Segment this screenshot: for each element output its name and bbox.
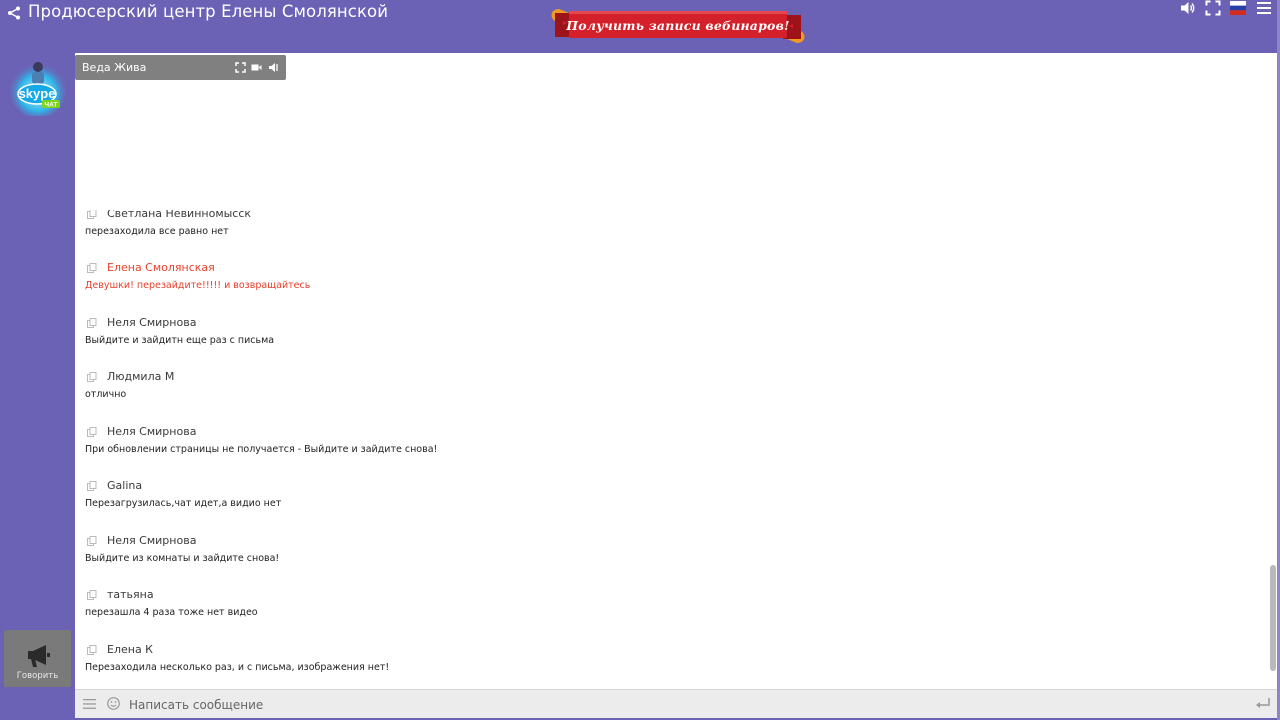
message-author[interactable]: татьяна bbox=[107, 588, 154, 601]
top-bar: Продюсерский центр Елены Смолянской Полу… bbox=[0, 0, 1280, 53]
skype-logo-subtext: ЧАТ bbox=[45, 102, 58, 109]
message-text: Выйдите из комнаты и зайдите снова! bbox=[85, 553, 280, 564]
scrollbar-thumb[interactable] bbox=[1270, 565, 1276, 671]
message-author[interactable]: Galina bbox=[107, 479, 142, 492]
site-title: Продюсерский центр Елены Смолянской bbox=[28, 2, 389, 21]
message-author[interactable]: Елена Смолянская bbox=[107, 261, 215, 274]
russian-flag-icon[interactable] bbox=[1230, 0, 1246, 16]
message-author[interactable]: Людмила М bbox=[107, 370, 174, 383]
video-stream-name: Веда Жива bbox=[82, 61, 147, 74]
message-author[interactable]: Светлана Невинномысск bbox=[107, 210, 251, 220]
message-text: перезашла 4 раза тоже нет видео bbox=[85, 607, 258, 618]
webinar-records-banner[interactable]: Получить записи вебинаров! bbox=[549, 5, 807, 47]
video-stream-bar[interactable]: Веда Жива bbox=[75, 55, 286, 80]
message-text: перезаходила все равно нет bbox=[85, 226, 229, 237]
copy-icon[interactable] bbox=[87, 481, 97, 491]
chat-scrollbar[interactable] bbox=[1268, 53, 1277, 688]
copy-icon[interactable] bbox=[87, 536, 97, 546]
copy-icon[interactable] bbox=[87, 263, 97, 273]
share-icon[interactable] bbox=[7, 6, 21, 20]
copy-icon[interactable] bbox=[87, 318, 97, 328]
smile-icon[interactable] bbox=[107, 697, 120, 710]
chat-message-list: Светлана Невинномысск перезаходила все р… bbox=[75, 210, 1265, 688]
fullscreen-icon[interactable] bbox=[1205, 0, 1221, 16]
sound-icon[interactable] bbox=[268, 62, 279, 73]
volume-icon[interactable] bbox=[1180, 0, 1196, 16]
list-menu-icon[interactable] bbox=[83, 698, 96, 710]
message-text: При обновлении страницы не получается - … bbox=[85, 444, 438, 455]
message-text: отлично bbox=[85, 389, 127, 400]
message-author[interactable]: Неля Смирнова bbox=[107, 534, 196, 547]
message-input-bar bbox=[75, 689, 1277, 718]
message-text: Выйдите и зайдитн еще раз с письма bbox=[85, 335, 275, 346]
enter-send-icon[interactable] bbox=[1255, 697, 1271, 711]
message-text: Девушки! перезайдите!!!!! и возвращайтес… bbox=[85, 280, 311, 291]
message-text: Перезагрузилась,чат идет,а видио нет bbox=[85, 498, 282, 509]
speak-button[interactable]: Говорить bbox=[4, 630, 71, 687]
message-author[interactable]: Неля Смирнова bbox=[107, 425, 196, 438]
skype-logo-icon: skype ЧАТ bbox=[10, 62, 66, 118]
chat-room-panel: Веда Жива Светлана Невинномысск перезахо… bbox=[75, 53, 1277, 718]
message-text: Перезаходила несколько раз, и с письма, … bbox=[85, 662, 390, 673]
skype-logo-text: skype bbox=[19, 86, 56, 101]
message-author[interactable]: Неля Смирнова bbox=[107, 316, 196, 329]
copy-icon[interactable] bbox=[87, 427, 97, 437]
copy-icon[interactable] bbox=[87, 210, 97, 219]
camera-icon[interactable] bbox=[251, 62, 262, 73]
copy-icon[interactable] bbox=[87, 372, 97, 382]
copy-icon[interactable] bbox=[87, 590, 97, 600]
expand-icon[interactable] bbox=[235, 62, 246, 73]
banner-label: Получить записи вебинаров! bbox=[566, 18, 790, 33]
copy-icon[interactable] bbox=[87, 645, 97, 655]
message-input[interactable] bbox=[129, 694, 1229, 715]
menu-icon[interactable] bbox=[1256, 0, 1272, 16]
skype-chat-logo[interactable]: skype ЧАТ bbox=[8, 58, 68, 118]
message-author[interactable]: Елена К bbox=[107, 643, 153, 656]
megaphone-icon bbox=[28, 645, 50, 667]
speak-label: Говорить bbox=[16, 671, 59, 681]
